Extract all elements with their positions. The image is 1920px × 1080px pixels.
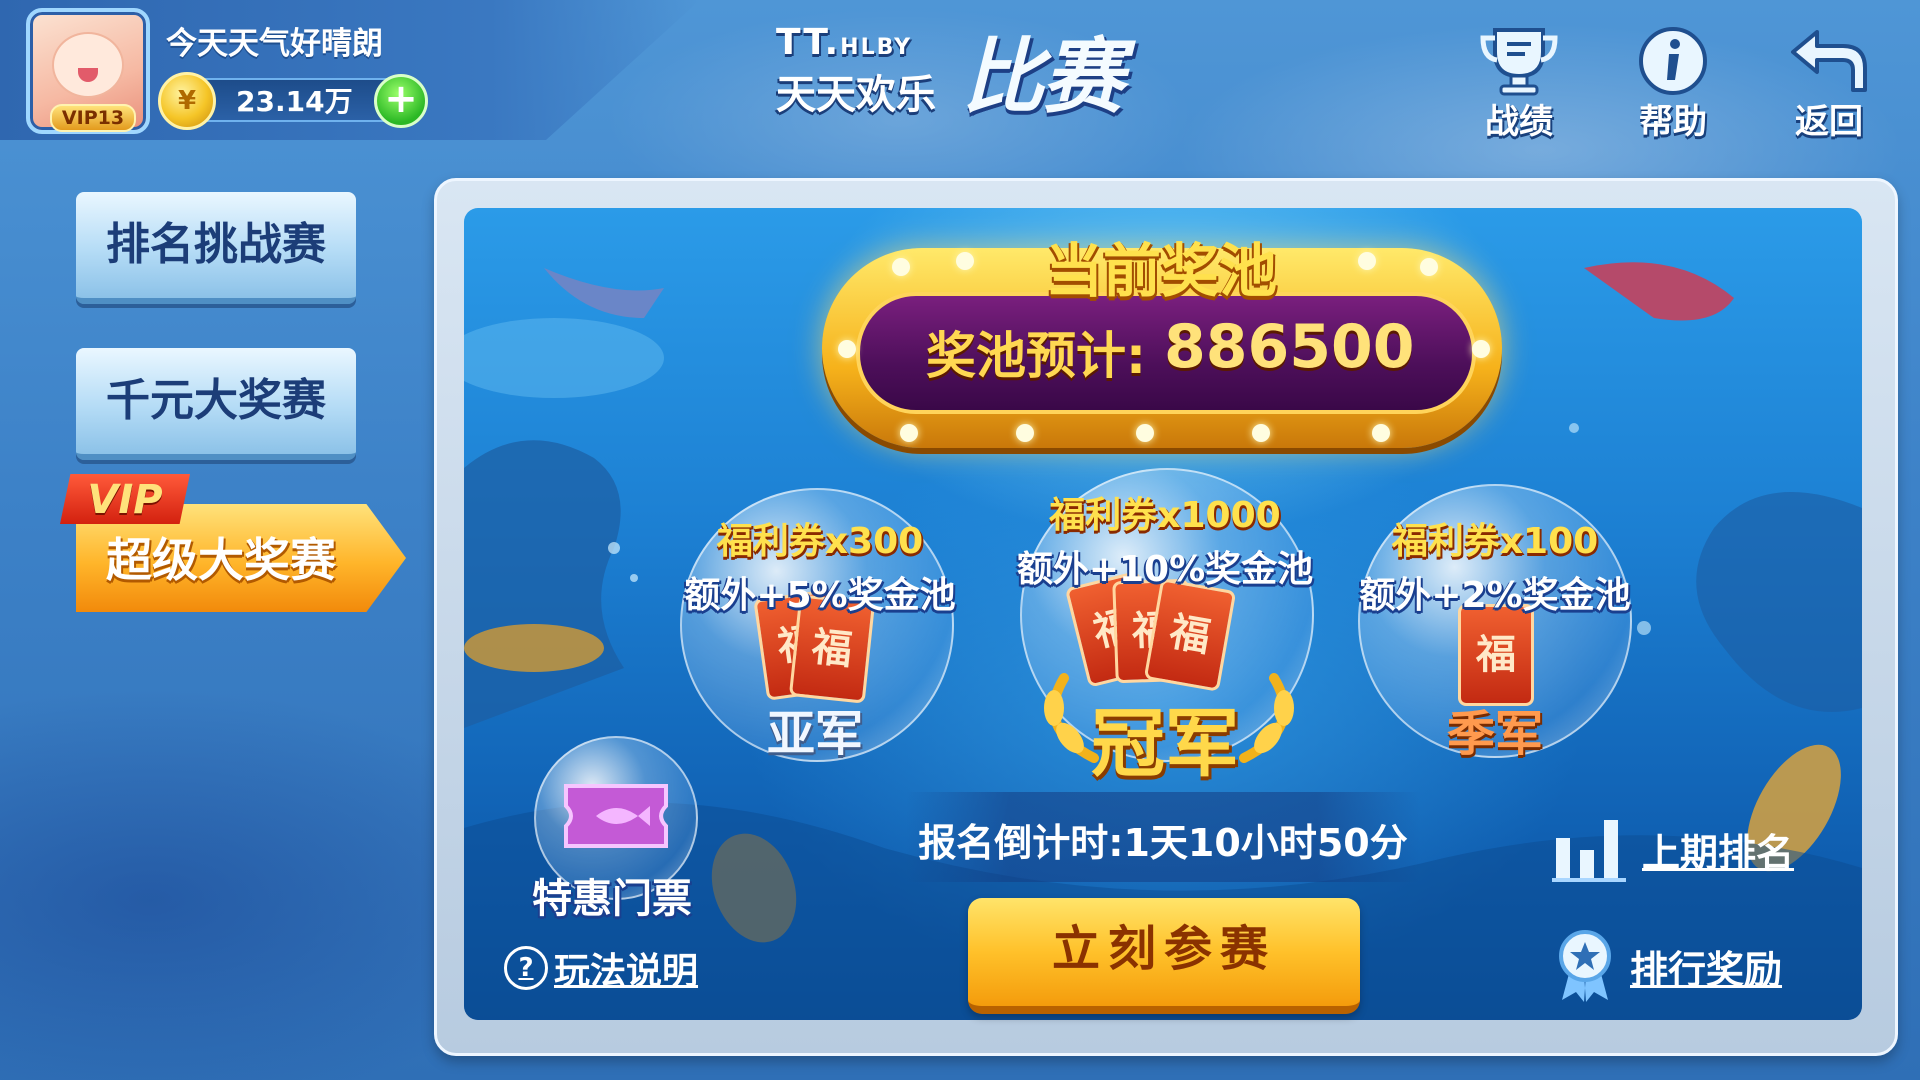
back-label: 返回 [1795, 102, 1863, 142]
back-arrow-icon [1774, 24, 1884, 98]
first-prize-extra: 额外+10%奖金池 [1016, 549, 1314, 590]
menu-thousand-prize[interactable]: 千元大奖赛 [76, 348, 356, 460]
award-ribbon-icon [1559, 930, 1611, 1002]
avatar-face [52, 32, 124, 98]
second-place-label: 亚军 [766, 706, 863, 762]
marquee-light [956, 252, 974, 270]
back-button[interactable]: 返回 [1774, 24, 1884, 143]
third-place-label: 季军 [1446, 706, 1543, 762]
marquee-light [1472, 340, 1490, 358]
prize-pool-label: 奖池预计: [926, 327, 1146, 385]
logo-en-part1: TT. [776, 22, 841, 63]
marquee-light [1372, 424, 1390, 442]
join-now-button[interactable]: 立刻参赛 [968, 898, 1360, 1014]
ticket-icon [564, 784, 668, 848]
records-button[interactable]: 战绩 [1464, 24, 1574, 143]
registration-countdown: 报名倒计时:1天10小时50分 [918, 821, 1408, 865]
trophy-icon [1464, 24, 1574, 98]
discount-ticket-label[interactable]: 特惠门票 [532, 866, 692, 924]
first-prize-coupon: 福利券x1000 [1049, 495, 1281, 536]
marquee-light [838, 340, 856, 358]
help-button[interactable]: 帮助 [1618, 24, 1728, 143]
avatar[interactable]: VIP13 [26, 8, 150, 134]
rules-link[interactable]: ? 玩法说明 [504, 942, 698, 994]
menu-ranking-challenge[interactable]: 排名挑战赛 [76, 192, 356, 304]
avatar-mouth [78, 68, 98, 82]
coupon-card: 福 [1458, 604, 1534, 706]
logo-cn: 天天欢乐 [776, 72, 936, 118]
second-prize-coupon: 福利券x300 [716, 521, 924, 562]
vip-level-badge: VIP13 [50, 104, 136, 132]
marquee-light [892, 258, 910, 276]
bar-chart-icon [1552, 820, 1626, 882]
question-icon: ? [504, 946, 548, 990]
add-coins-button[interactable]: + [374, 74, 428, 128]
coin-icon: ¥ [158, 72, 216, 130]
prize-pool-value: 886500 [1164, 312, 1415, 382]
info-icon [1618, 24, 1728, 98]
last-ranking-label: 上期排名 [1642, 830, 1795, 875]
ranking-reward-link[interactable]: 排行奖励 [1556, 930, 1782, 1002]
logo-title: 比赛 [962, 30, 1124, 125]
vip-flag: VIP [60, 474, 190, 524]
second-prize-extra: 额外+5%奖金池 [684, 575, 956, 616]
coin-balance: 23.14万 [236, 85, 353, 118]
last-ranking-link[interactable]: 上期排名 [1552, 814, 1794, 884]
player-name: 今天天气好晴朗 [166, 26, 383, 62]
marquee-light [900, 424, 918, 442]
first-place-label: 冠军 [1091, 701, 1239, 787]
third-prize-coupon: 福利券x100 [1391, 521, 1599, 562]
marquee-light [1252, 424, 1270, 442]
records-label: 战绩 [1485, 102, 1553, 142]
marquee-light [1016, 424, 1034, 442]
logo-en: TT.HLBY [776, 22, 912, 63]
rules-link-label: 玩法说明 [554, 951, 699, 992]
help-label: 帮助 [1639, 102, 1707, 142]
marquee-light [1420, 258, 1438, 276]
ranking-reward-label: 排行奖励 [1630, 947, 1783, 992]
marquee-light [1358, 252, 1376, 270]
third-prize-extra: 额外+2%奖金池 [1359, 575, 1631, 616]
marquee-light [1136, 424, 1154, 442]
prize-pool-title: 当前奖池 [1044, 237, 1277, 305]
logo-en-part2: HLBY [840, 35, 913, 60]
